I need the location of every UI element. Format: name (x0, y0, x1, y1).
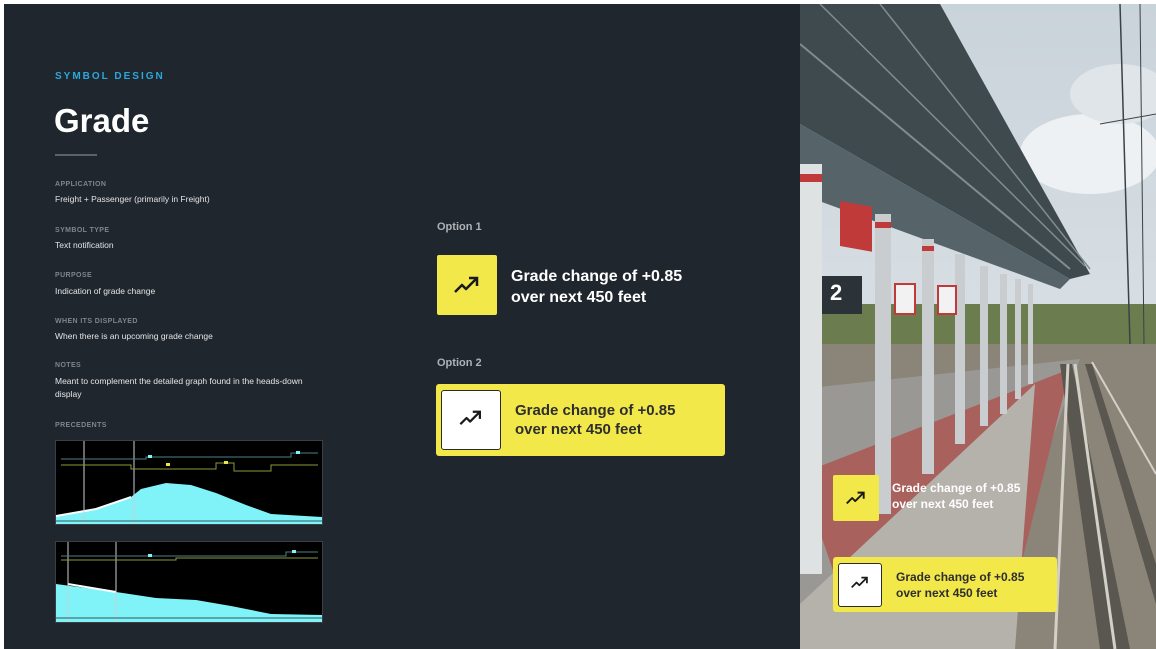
title-divider (55, 154, 97, 156)
meta-value-notes: Meant to complement the detailed graph f… (55, 376, 303, 399)
option-1-line-2: over next 450 feet (511, 289, 647, 306)
trending-up-icon (454, 276, 480, 294)
photo-notice-1-line-1: Grade change of +0.85 (892, 481, 1021, 495)
photo-notice-2-text: Grade change of +0.85 over next 450 feet (896, 569, 1024, 601)
photo-notice-1-line-2: over next 450 feet (892, 497, 994, 511)
trending-up-icon (459, 410, 483, 431)
meta-label-purpose: PURPOSE (55, 272, 93, 279)
option-2-icon-box (441, 390, 501, 450)
option-2-text: Grade change of +0.85 over next 450 feet (515, 401, 675, 439)
option-2-banner: Grade change of +0.85 over next 450 feet (436, 384, 725, 456)
train-platform-photo: 2 Grade change of +0.85 over next 450 fe… (800, 4, 1156, 649)
page-title: Grade (54, 102, 150, 139)
meta-value-application: Freight + Passenger (primarily in Freigh… (55, 194, 210, 204)
meta-value-when-displayed: When there is an upcoming grade change (55, 331, 213, 341)
precedents-label: PRECEDENTS (55, 422, 107, 429)
option-1-line-1: Grade change of +0.85 (511, 268, 683, 285)
meta-label-when-displayed: WHEN ITS DISPLAYED (55, 318, 138, 325)
meta-label-notes: NOTES (55, 362, 82, 369)
photo-notice-2-line-1: Grade change of +0.85 (896, 570, 1025, 584)
option-2-label: Option 2 (437, 357, 482, 369)
trending-up-icon (846, 491, 866, 505)
platform-number-sign: 2 (830, 280, 843, 305)
photo-notice-2-banner: Grade change of +0.85 over next 450 feet (833, 557, 1057, 612)
option-1-tile (437, 255, 497, 315)
photo-notice-2-line-2: over next 450 feet (896, 586, 998, 600)
photo-notice-2-icon-box (838, 563, 882, 607)
precedent-graph-1 (55, 440, 323, 525)
photo-notice-1-text: Grade change of +0.85 over next 450 feet (892, 480, 1020, 512)
option-2-line-2: over next 450 feet (515, 421, 642, 438)
section-eyebrow: SYMBOL DESIGN (55, 71, 165, 82)
slide: SYMBOL DESIGN Grade APPLICATION Freight … (4, 4, 1156, 649)
photo-notice-1-tile (833, 475, 879, 521)
option-1-label: Option 1 (437, 221, 482, 233)
trending-up-icon (851, 576, 869, 594)
option-1-text: Grade change of +0.85 over next 450 feet (511, 266, 682, 308)
meta-value-purpose: Indication of grade change (55, 286, 156, 296)
meta-value-symbol-type: Text notification (55, 240, 114, 250)
meta-label-symbol-type: SYMBOL TYPE (55, 227, 110, 234)
option-2-line-1: Grade change of +0.85 (515, 402, 676, 419)
precedent-graph-2 (55, 541, 323, 623)
meta-label-application: APPLICATION (55, 181, 107, 188)
info-panel: SYMBOL DESIGN Grade APPLICATION Freight … (4, 4, 800, 649)
